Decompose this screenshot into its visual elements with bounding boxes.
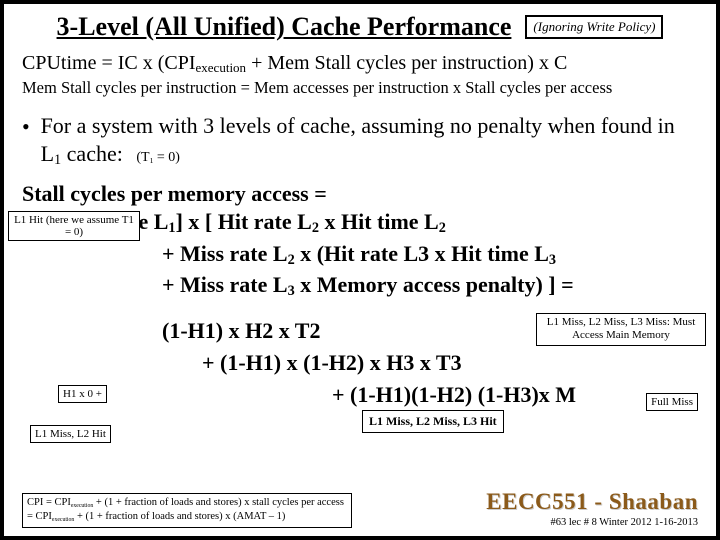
slide-frame: 3-Level (All Unified) Cache Performance …	[0, 0, 720, 540]
cpi-line-1: CPI = CPIexecution + (1 + fraction of lo…	[27, 496, 347, 511]
stall-line-3: + Miss rate L3 x Memory access penalty) …	[162, 270, 698, 301]
title-bar: 3-Level (All Unified) Cache Performance …	[22, 12, 698, 42]
formula-2: + (1-H1) x (1-H2) x H3 x T3	[202, 347, 576, 379]
formula-block: (1-H1) x H2 x T2 + (1-H1) x (1-H2) x H3 …	[162, 315, 576, 411]
course-credit: EECC551 - Shaaban	[486, 489, 698, 515]
slide-title: 3-Level (All Unified) Cache Performance	[57, 12, 512, 42]
footer: CPI = CPIexecution + (1 + fraction of lo…	[22, 489, 698, 528]
eq1-pre: CPUtime = IC x (CPI	[22, 52, 196, 74]
chip-l1miss-l2hit: L1 Miss, L2 Hit	[30, 425, 111, 443]
bullet-trailer: (T1 = 0)	[136, 150, 180, 165]
section-heading: Stall cycles per memory access =	[22, 181, 698, 207]
eq1-post: + Mem Stall cycles per instruction) x C	[246, 52, 567, 74]
chip-l1-hit: L1 Hit (here we assume T1 = 0)	[8, 211, 140, 241]
formula-1: (1-H1) x H2 x T2	[162, 315, 576, 347]
ignoring-note: (Ignoring Write Policy)	[525, 15, 663, 39]
eq1-sub: execution	[196, 60, 247, 75]
stall-line-1: [miss rate L1] x [ Hit rate L2 x Hit tim…	[56, 207, 698, 238]
chip-l1m-l2m-l3hit: L1 Miss, L2 Miss, L3 Hit	[362, 410, 504, 433]
lower-row: H1 x 0 + L1 Miss, L2 Hit L1 Miss, L2 Mis…	[22, 315, 698, 439]
stall-line-2: + Miss rate L2 x (Hit rate L3 x Hit time…	[162, 239, 698, 270]
cputime-equation: CPUtime = IC x (CPIexecution + Mem Stall…	[22, 52, 698, 76]
credits: EECC551 - Shaaban #63 lec # 8 Winter 201…	[486, 489, 698, 528]
bullet-row: • For a system with 3 levels of cache, a…	[22, 112, 698, 169]
chip-full-miss: Full Miss	[646, 393, 698, 411]
lecture-info: #63 lec # 8 Winter 2012 1-16-2013	[486, 517, 698, 528]
memstall-equation: Mem Stall cycles per instruction = Mem a…	[22, 78, 698, 98]
stall-block: Stall cycles per memory access = [miss r…	[22, 181, 698, 301]
bullet-tail: cache:	[61, 141, 123, 166]
bullet-dot: •	[22, 112, 41, 169]
bullet-text: For a system with 3 levels of cache, ass…	[41, 112, 698, 169]
cpi-box: CPI = CPIexecution + (1 + fraction of lo…	[22, 493, 352, 528]
cpi-line-2: = CPIexecution + (1 + fraction of loads …	[27, 510, 347, 525]
formula-3: + (1-H1)(1-H2) (1-H3)x M	[332, 379, 576, 411]
chip-h1: H1 x 0 +	[58, 385, 107, 403]
